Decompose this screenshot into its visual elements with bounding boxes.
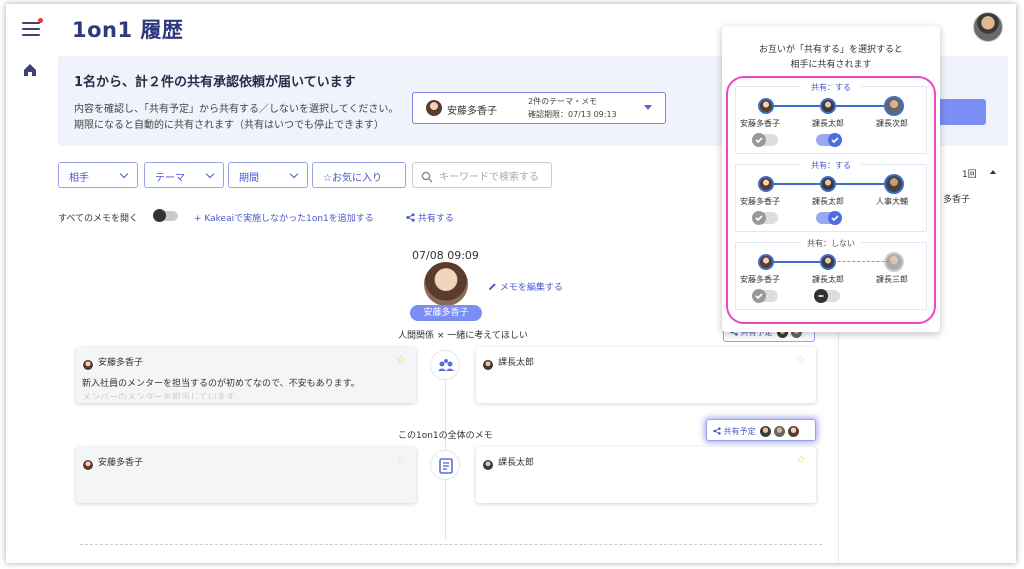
- avatar: [759, 425, 773, 438]
- people-icon: [430, 350, 460, 380]
- banner-title: 1名から、計２件の共有承認依頼が届いています: [74, 75, 356, 90]
- banner-note: 期限になると自動的に共有されます（共有はいつでも停止できます）: [74, 120, 384, 131]
- side-person-name: 多香子: [943, 195, 971, 205]
- star-icon[interactable]: ☆: [396, 453, 406, 466]
- request-count: 2件のテーマ・メモ: [528, 97, 598, 106]
- memo-text: 新入社員のメンターを担当するのが初めてなので、不安もあります。: [82, 379, 360, 389]
- filter-theme[interactable]: テーマ: [144, 162, 224, 188]
- menu-icon[interactable]: [22, 18, 43, 36]
- request-avatar: [426, 100, 442, 116]
- divider: [80, 544, 822, 545]
- share-planned-chip[interactable]: 共有予定: [706, 419, 816, 441]
- entry-avatar: [424, 262, 468, 306]
- star-icon[interactable]: ☆: [396, 353, 406, 366]
- filter-partner[interactable]: 相手: [58, 162, 138, 188]
- app-window: 1on1 履歴 1名から、計２件の共有承認依頼が届いています 内容を確認し、「共…: [6, 4, 1016, 563]
- user-avatar[interactable]: [973, 12, 1003, 42]
- memo-author: 課長太郎: [498, 458, 535, 468]
- edit-memo-link[interactable]: メモを編集する: [488, 280, 563, 293]
- open-all-toggle[interactable]: [153, 209, 178, 222]
- request-name: 安藤多香子: [447, 106, 497, 117]
- avatar: [482, 454, 494, 473]
- filter-theme-label: テーマ: [155, 173, 185, 184]
- filter-favorites-label: ☆お気に入り: [323, 173, 382, 184]
- search-placeholder: キーワードで検索する: [439, 172, 539, 183]
- request-deadline: 確認期限：07/13 09:13: [528, 110, 617, 119]
- filter-period-label: 期間: [239, 173, 259, 184]
- notification-dot: [38, 18, 43, 23]
- share-label: 共有する: [417, 214, 454, 224]
- highlight-ring: [726, 76, 936, 324]
- chevron-down-icon: [119, 169, 129, 179]
- filter-period[interactable]: 期間: [228, 162, 308, 188]
- pencil-icon: [488, 283, 496, 291]
- popup-subtitle: 相手に共有されます: [790, 60, 872, 70]
- memo-author: 安藤多香子: [98, 458, 144, 468]
- chevron-down-icon: [205, 169, 215, 179]
- avatar: [773, 425, 787, 438]
- avatar: [82, 454, 94, 473]
- chevron-down-icon: [289, 169, 299, 179]
- share-chip-label: 共有予定: [723, 427, 756, 436]
- document-icon: [430, 450, 460, 480]
- search-icon: [421, 168, 433, 183]
- share-icon: [406, 213, 415, 222]
- confirm-button[interactable]: [936, 99, 986, 125]
- memo-author: 安藤多香子: [98, 358, 144, 368]
- page-title: 1on1 履歴: [72, 18, 184, 42]
- section-label: 人間関係 × 一緒に考えてほしい: [398, 331, 528, 341]
- star-icon[interactable]: ☆: [796, 453, 806, 466]
- open-all-label: すべてのメモを開く: [58, 214, 139, 224]
- memo-author: 課長太郎: [498, 358, 535, 368]
- edit-memo-label: メモを編集する: [499, 283, 563, 293]
- home-icon[interactable]: [22, 62, 38, 78]
- avatar: [82, 354, 94, 371]
- avatar: [787, 425, 801, 438]
- banner-description: 内容を確認し、「共有予定」から共有する／しないを選択してください。: [74, 104, 399, 115]
- chevron-down-icon: [644, 105, 652, 110]
- filter-favorites[interactable]: ☆お気に入り: [312, 162, 406, 188]
- add-1on1-link[interactable]: + Kakeaiで実施しなかった1on1を追加する: [194, 211, 374, 224]
- share-icon: [713, 427, 721, 435]
- filter-partner-label: 相手: [69, 173, 89, 184]
- chevron-up-icon[interactable]: [990, 170, 996, 174]
- entry-datetime: 07/08 09:09: [412, 249, 479, 262]
- popup-title: お互いが「共有する」を選択すると: [758, 45, 903, 55]
- entry-person-badge: 安藤多香子: [410, 305, 482, 321]
- memo-text-more: メンバーのメンターを担当しています: [82, 393, 235, 399]
- share-link[interactable]: 共有する: [406, 211, 454, 224]
- star-icon[interactable]: ☆: [796, 353, 806, 366]
- section-label: この1on1の全体のメモ: [398, 431, 493, 441]
- side-count: 1回: [962, 170, 977, 180]
- avatar: [482, 354, 494, 373]
